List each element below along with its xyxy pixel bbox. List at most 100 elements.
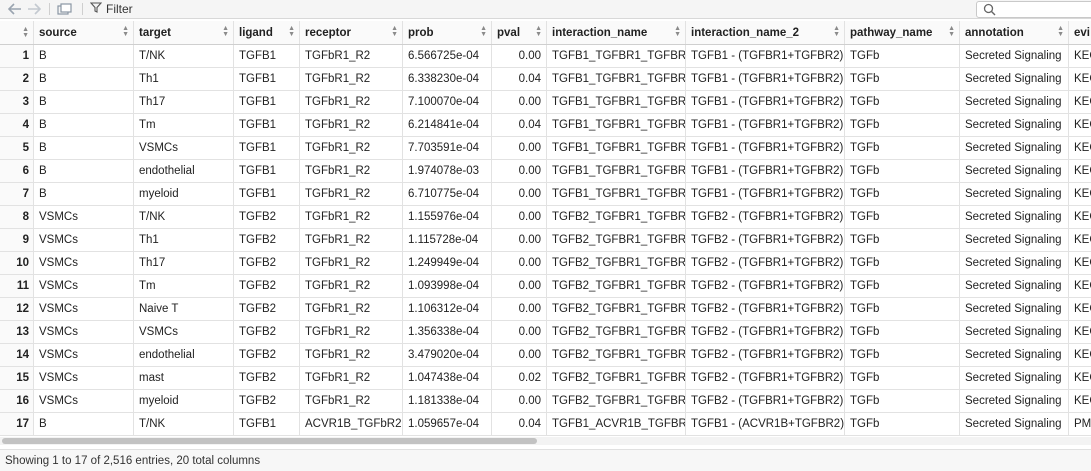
column-header-ligand[interactable]: ligand ▲ ▼ <box>234 21 300 44</box>
sort-icon: ▲ ▼ <box>535 25 542 38</box>
column-header-label: receptor <box>305 26 352 39</box>
column-header-prob[interactable]: prob ▲ ▼ <box>403 21 492 44</box>
column-header-label: target <box>139 26 171 39</box>
cell-pval: 0.00 <box>492 252 547 274</box>
cell-pathway-name: TGFb <box>845 137 960 159</box>
column-header-evi[interactable]: evi <box>1069 21 1091 44</box>
table-row[interactable]: 17 B T/NK TGFB1 ACVR1B_TGFbR2 1.059657e-04 0.0… <box>0 413 1091 436</box>
cell-target: VSMCs <box>134 321 234 343</box>
cell-evi: KEG <box>1069 298 1091 320</box>
table-row[interactable]: 12 VSMCs Naive T TGFB2 TGFbR1_R2 1.106312e-04… <box>0 298 1091 321</box>
table-row[interactable]: 3 B Th17 TGFB1 TGFbR1_R2 7.100070e-04 0.00 TGFB… <box>0 91 1091 114</box>
column-header-receptor[interactable]: receptor ▲ ▼ <box>300 21 403 44</box>
cell-receptor: TGFbR1_R2 <box>300 183 403 205</box>
table-row[interactable]: 4 B Tm TGFB1 TGFbR1_R2 6.214841e-04 0.04 TGFB1_… <box>0 114 1091 137</box>
cell-interaction-name-2: TGFB1 - (TGFBR1+TGFBR2) <box>686 160 845 182</box>
cell-pathway-name: TGFb <box>845 252 960 274</box>
row-number: 15 <box>0 367 34 389</box>
cell-evi: KEG <box>1069 45 1091 67</box>
cell-source: VSMCs <box>34 321 134 343</box>
table-row[interactable]: 7 Bmyeloid TGFB1 TGFbR1_R2 6.710775e-04 0.00 T… <box>0 183 1091 206</box>
cell-pathway-name: TGFb <box>845 390 960 412</box>
cell-annotation: Secreted Signaling <box>960 321 1069 343</box>
cell-target: Tm <box>134 114 234 136</box>
sort-icon: ▲ ▼ <box>948 25 955 38</box>
table-row[interactable]: 13 VSMCs VSMCs TGFB2 TGFbR1_R2 1.356338e-04 0.… <box>0 321 1091 344</box>
table-row[interactable]: 14 VSMCs endothelial TGFB2 TGFbR1_R2 3.479020… <box>0 344 1091 367</box>
horizontal-scrollbar[interactable] <box>0 437 1091 445</box>
sort-icon: ▲ ▼ <box>1057 25 1064 38</box>
cell-annotation: Secreted Signaling <box>960 229 1069 251</box>
table-row[interactable]: 10 VSMCs Th17 TGFB2 TGFbR1_R2 1.249949e-04 0.0… <box>0 252 1091 275</box>
cell-source: VSMCs <box>34 298 134 320</box>
row-number: 7 <box>0 183 34 205</box>
column-header-annotation[interactable]: annotation ▲ ▼ <box>960 21 1069 44</box>
column-header-source[interactable]: source ▲ ▼ <box>34 21 134 44</box>
cell-ligand: TGFB1 <box>234 68 300 90</box>
cell-receptor: TGFbR1_R2 <box>300 114 403 136</box>
search-input[interactable] <box>976 1 1091 18</box>
cell-receptor: TGFbR1_R2 <box>300 298 403 320</box>
row-number: 8 <box>0 206 34 228</box>
cell-ligand: TGFB1 <box>234 413 300 435</box>
cell-annotation: Secreted Signaling <box>960 252 1069 274</box>
sort-icon: ▲ ▼ <box>391 25 398 38</box>
row-number: 1 <box>0 45 34 67</box>
cell-source: B <box>34 160 134 182</box>
table-row[interactable]: 2 B Th1 TGFB1 TGFbR1_R2 6.338230e-04 0.04 TGFB1… <box>0 68 1091 91</box>
table-row[interactable]: 16 VSMCs myeloid TGFB2 TGFbR1_R2 1.181338e-04… <box>0 390 1091 413</box>
cell-pathway-name: TGFb <box>845 321 960 343</box>
column-header-target[interactable]: target ▲ ▼ <box>134 21 234 44</box>
column-header-interaction-name[interactable]: interaction_name ▲ ▼ <box>547 21 686 44</box>
forward-arrow-icon[interactable] <box>27 2 41 16</box>
cell-pathway-name: TGFb <box>845 298 960 320</box>
table-row[interactable]: 1 B T/NK TGFB1 TGFbR1_R2 6.566725e-04 0.00 TGFB… <box>0 45 1091 68</box>
column-header-pval[interactable]: pval ▲ ▼ <box>492 21 547 44</box>
row-number: 13 <box>0 321 34 343</box>
popout-window-icon[interactable] <box>57 2 73 16</box>
table-row[interactable]: 6 Bendothelial TGFB1 TGFbR1_R2 1.974078e-03 0… <box>0 160 1091 183</box>
rownum-header[interactable]: ▲ ▼ <box>0 21 34 44</box>
table-row[interactable]: 15 VSMCs mast TGFB2 TGFbR1_R2 1.047438e-04 0.0… <box>0 367 1091 390</box>
cell-interaction-name-2: TGFB2 - (TGFBR1+TGFBR2) <box>686 344 845 366</box>
cell-evi: KEG <box>1069 206 1091 228</box>
table-row[interactable]: 5 B VSMCs TGFB1 TGFbR1_R2 7.703591e-04 0.00 TGF… <box>0 137 1091 160</box>
cell-interaction-name: TGFB2_TGFBR1_TGFBR2 <box>547 229 686 251</box>
column-header-label: interaction_name_2 <box>691 26 800 39</box>
sort-icon: ▲ ▼ <box>833 25 840 38</box>
sort-icon: ▲ ▼ <box>122 25 129 38</box>
cell-target: Th1 <box>134 68 234 90</box>
cell-target: T/NK <box>134 206 234 228</box>
cell-pathway-name: TGFb <box>845 45 960 67</box>
cell-target: T/NK <box>134 45 234 67</box>
table-row[interactable]: 8 VSMCs T/NK TGFB2 TGFbR1_R2 1.155976e-04 0.00… <box>0 206 1091 229</box>
table-row[interactable]: 11 VSMCs Tm TGFB2 TGFbR1_R2 1.093998e-04 0.00 T… <box>0 275 1091 298</box>
cell-interaction-name-2: TGFB1 - (TGFBR1+TGFBR2) <box>686 137 845 159</box>
sort-icon: ▲ ▼ <box>480 25 487 38</box>
cell-receptor: TGFbR1_R2 <box>300 252 403 274</box>
cell-evi: KEG <box>1069 68 1091 90</box>
cell-receptor: TGFbR1_R2 <box>300 91 403 113</box>
column-header-pathway-name[interactable]: pathway_name ▲ ▼ <box>845 21 960 44</box>
cell-receptor: TGFbR1_R2 <box>300 367 403 389</box>
sort-icon: ▲ ▼ <box>222 25 229 38</box>
row-number: 12 <box>0 298 34 320</box>
cell-ligand: TGFB1 <box>234 114 300 136</box>
scrollbar-thumb[interactable] <box>2 438 537 444</box>
back-arrow-icon[interactable] <box>8 2 22 16</box>
cell-prob: 1.059657e-04 <box>403 413 492 435</box>
cell-prob: 6.566725e-04 <box>403 45 492 67</box>
cell-evi: KEG <box>1069 137 1091 159</box>
column-header-label: interaction_name <box>552 26 648 39</box>
cell-annotation: Secreted Signaling <box>960 206 1069 228</box>
column-header-interaction-name-2[interactable]: interaction_name_2 ▲ ▼ <box>686 21 845 44</box>
cell-receptor: TGFbR1_R2 <box>300 137 403 159</box>
table-row[interactable]: 9 VSMCs Th1 TGFB2 TGFbR1_R2 1.115728e-04 0.00 T… <box>0 229 1091 252</box>
cell-pathway-name: TGFb <box>845 367 960 389</box>
filter-button[interactable]: Filter <box>89 1 133 17</box>
cell-interaction-name: TGFB1_TGFBR1_TGFBR2 <box>547 45 686 67</box>
search-icon <box>983 3 996 21</box>
cell-ligand: TGFB2 <box>234 390 300 412</box>
cell-source: VSMCs <box>34 275 134 297</box>
cell-annotation: Secreted Signaling <box>960 390 1069 412</box>
